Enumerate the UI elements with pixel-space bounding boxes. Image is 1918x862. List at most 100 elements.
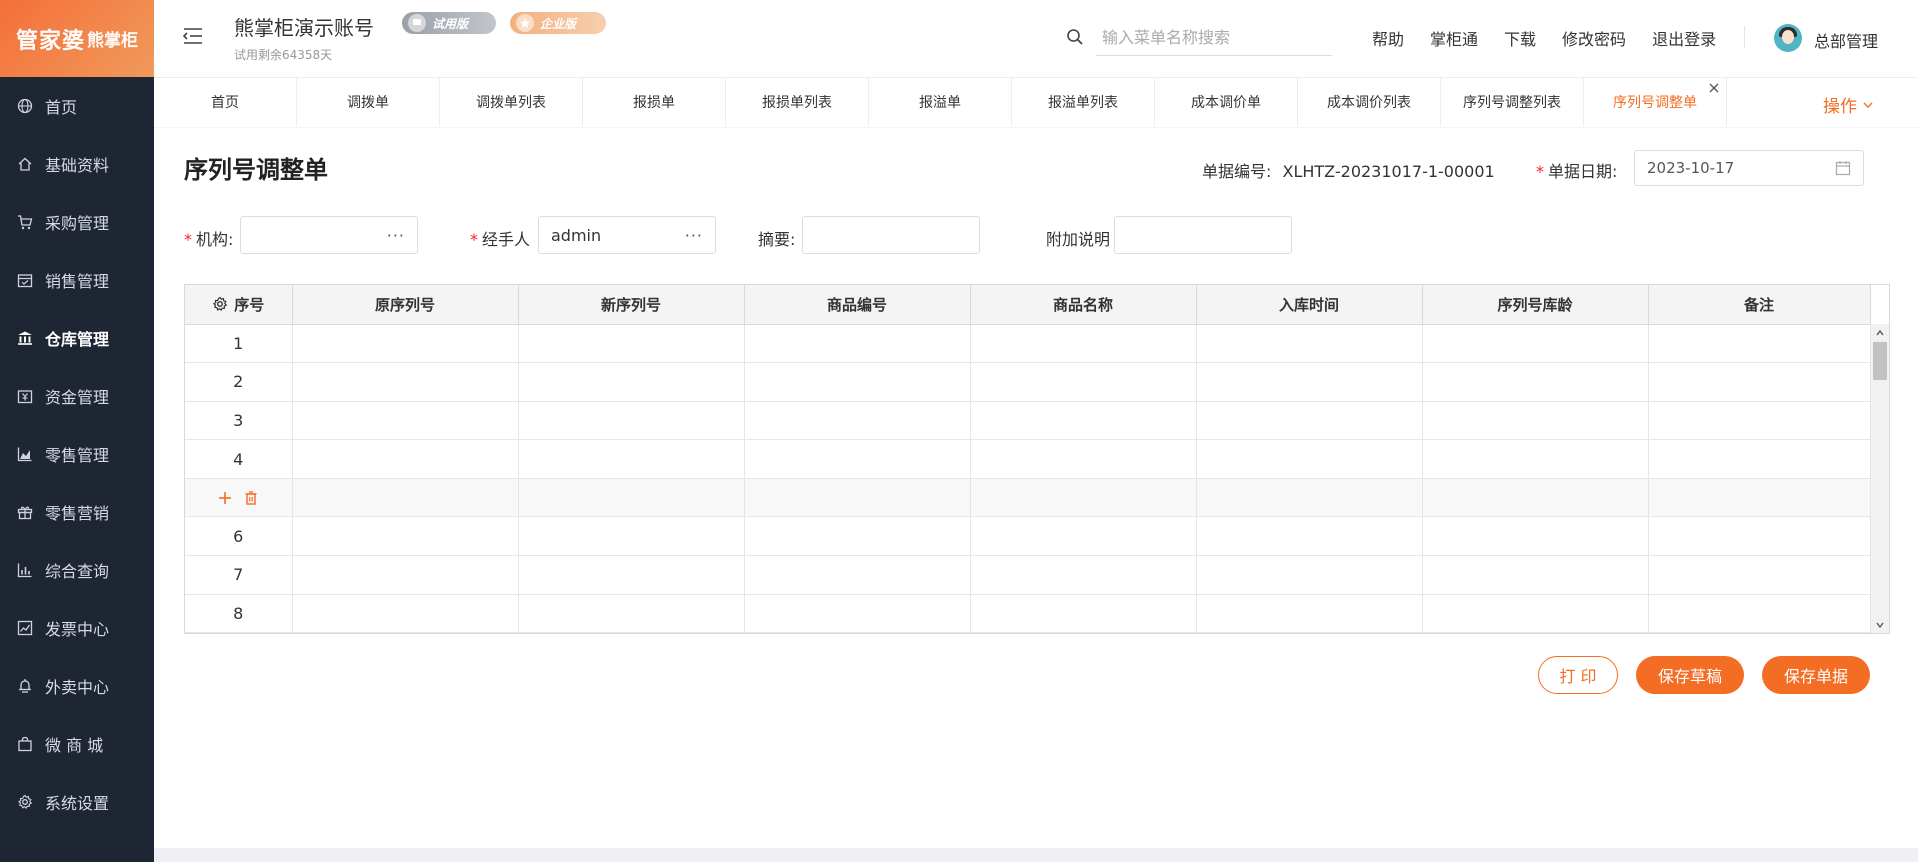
row-seq-cell[interactable]: 8 — [185, 594, 293, 633]
table-cell[interactable] — [1648, 594, 1871, 633]
user-name[interactable]: 总部管理 — [1814, 28, 1878, 52]
table-cell[interactable] — [518, 439, 745, 479]
row-seq-cell[interactable]: 4 — [185, 439, 293, 479]
table-cell[interactable] — [292, 439, 519, 479]
avatar[interactable] — [1774, 24, 1802, 52]
table-cell[interactable] — [292, 555, 519, 595]
table-cell[interactable] — [744, 439, 971, 479]
table-cell[interactable] — [1196, 555, 1423, 595]
table-cell[interactable] — [1648, 478, 1871, 518]
tab-4[interactable]: 报损单列表 — [726, 78, 869, 126]
table-cell[interactable] — [1648, 401, 1871, 441]
table-row[interactable]: 8 — [185, 594, 1871, 633]
menu-search-input[interactable] — [1096, 20, 1332, 56]
table-cell[interactable] — [744, 362, 971, 402]
table-cell[interactable] — [1196, 594, 1423, 633]
operations-menu[interactable]: 操作 — [1823, 92, 1874, 117]
table-cell[interactable] — [1196, 478, 1423, 518]
sidebar-item-2[interactable]: 采购管理 — [0, 193, 154, 251]
table-cell[interactable] — [970, 362, 1197, 402]
save-draft-button[interactable]: 保存草稿 — [1636, 656, 1744, 694]
table-cell[interactable] — [970, 594, 1197, 633]
scroll-down-icon[interactable] — [1875, 620, 1885, 630]
tab-3[interactable]: 报损单 — [583, 78, 726, 126]
scroll-up-icon[interactable] — [1875, 328, 1885, 338]
table-cell[interactable] — [292, 594, 519, 633]
save-document-button[interactable]: 保存单据 — [1762, 656, 1870, 694]
table-cell[interactable] — [292, 401, 519, 441]
table-cell[interactable] — [518, 478, 745, 518]
row-seq-cell[interactable] — [185, 478, 293, 518]
table-cell[interactable] — [1648, 516, 1871, 557]
doc-date-picker[interactable]: 2023-10-17 — [1634, 150, 1864, 186]
row-seq-cell[interactable]: 3 — [185, 401, 293, 441]
table-cell[interactable] — [1196, 516, 1423, 557]
help-link[interactable]: 帮助 — [1372, 26, 1404, 50]
search-icon[interactable] — [1066, 28, 1084, 46]
org-field[interactable]: ··· — [240, 216, 418, 254]
table-row[interactable] — [185, 478, 1871, 518]
table-cell[interactable] — [744, 324, 971, 364]
table-row[interactable]: 7 — [185, 555, 1871, 595]
tab-7[interactable]: 成本调价单 — [1155, 78, 1298, 126]
table-cell[interactable] — [970, 401, 1197, 441]
table-cell[interactable] — [518, 594, 745, 633]
table-cell[interactable] — [744, 516, 971, 557]
table-scrollbar[interactable] — [1870, 324, 1889, 633]
sidebar-item-8[interactable]: 综合查询 — [0, 541, 154, 599]
table-cell[interactable] — [1196, 439, 1423, 479]
table-cell[interactable] — [744, 401, 971, 441]
table-cell[interactable] — [970, 439, 1197, 479]
sidebar-item-7[interactable]: 零售营销 — [0, 483, 154, 541]
table-cell[interactable] — [292, 478, 519, 518]
download-link[interactable]: 下载 — [1504, 26, 1536, 50]
table-cell[interactable] — [970, 324, 1197, 364]
table-row[interactable]: 4 — [185, 439, 1871, 479]
table-row[interactable]: 3 — [185, 401, 1871, 441]
sidebar-item-9[interactable]: 发票中心 — [0, 599, 154, 657]
sidebar-item-4[interactable]: 仓库管理 — [0, 309, 154, 367]
table-cell[interactable] — [518, 362, 745, 402]
tab-5[interactable]: 报溢单 — [869, 78, 1012, 126]
table-cell[interactable] — [744, 594, 971, 633]
table-cell[interactable] — [1648, 324, 1871, 364]
table-cell[interactable] — [970, 516, 1197, 557]
table-cell[interactable] — [970, 478, 1197, 518]
summary-input[interactable] — [802, 216, 980, 254]
table-cell[interactable] — [1422, 401, 1649, 441]
tab-2[interactable]: 调拨单列表 — [440, 78, 583, 126]
tab-0[interactable]: 首页 — [154, 78, 297, 126]
change-password-link[interactable]: 修改密码 — [1562, 26, 1626, 50]
handler-field[interactable]: admin ··· — [538, 216, 716, 254]
table-cell[interactable] — [1196, 362, 1423, 402]
row-seq-cell[interactable]: 2 — [185, 362, 293, 402]
zhangguitong-link[interactable]: 掌柜通 — [1430, 26, 1478, 50]
sidebar-item-1[interactable]: 基础资料 — [0, 135, 154, 193]
table-cell[interactable] — [1422, 516, 1649, 557]
logout-link[interactable]: 退出登录 — [1652, 26, 1716, 50]
table-cell[interactable] — [1422, 362, 1649, 402]
row-seq-cell[interactable]: 1 — [185, 324, 293, 364]
table-cell[interactable] — [518, 401, 745, 441]
add-row-icon[interactable] — [217, 490, 233, 506]
table-cell[interactable] — [518, 516, 745, 557]
table-cell[interactable] — [518, 555, 745, 595]
table-cell[interactable] — [1648, 555, 1871, 595]
table-cell[interactable] — [744, 478, 971, 518]
table-cell[interactable] — [1422, 324, 1649, 364]
print-button[interactable]: 打 印 — [1538, 656, 1618, 694]
tab-6[interactable]: 报溢单列表 — [1012, 78, 1155, 126]
more-dots-icon[interactable]: ··· — [387, 226, 405, 245]
tab-8[interactable]: 成本调价列表 — [1298, 78, 1441, 126]
sidebar-item-12[interactable]: 系统设置 — [0, 773, 154, 831]
table-row[interactable]: 2 — [185, 362, 1871, 402]
row-seq-cell[interactable]: 7 — [185, 555, 293, 595]
table-cell[interactable] — [518, 324, 745, 364]
table-cell[interactable] — [1196, 324, 1423, 364]
more-dots-icon[interactable]: ··· — [685, 226, 703, 245]
table-cell[interactable] — [1422, 439, 1649, 479]
table-cell[interactable] — [970, 555, 1197, 595]
table-cell[interactable] — [292, 516, 519, 557]
table-cell[interactable] — [1422, 555, 1649, 595]
close-icon[interactable] — [1708, 82, 1720, 94]
